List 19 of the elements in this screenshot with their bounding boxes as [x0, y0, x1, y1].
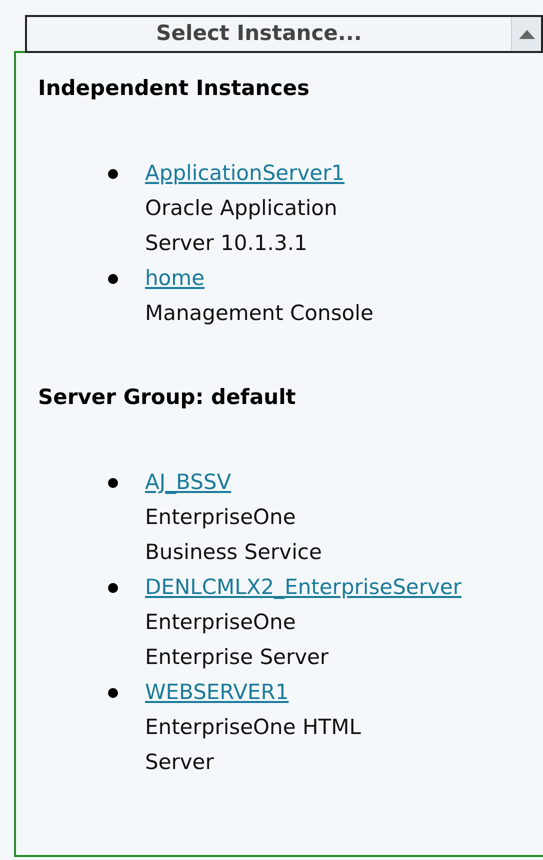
- instance-dropdown[interactable]: Select Instance...: [25, 15, 543, 53]
- group-heading: Server Group: default: [38, 384, 297, 411]
- bullet-icon: [108, 688, 118, 698]
- group-heading: Independent Instances: [38, 75, 310, 102]
- bullet-icon: [108, 169, 118, 179]
- caret-up-icon: [518, 29, 534, 39]
- instance-description: EnterpriseOne Business Service: [145, 504, 323, 566]
- instance-link[interactable]: DENLCMLX2_EnterpriseServer: [145, 570, 462, 605]
- instance-description: Management Console: [145, 300, 374, 327]
- bullet-icon: [108, 478, 118, 488]
- instance-description: EnterpriseOne Enterprise Server: [145, 609, 330, 671]
- instance-link[interactable]: ApplicationServer1: [145, 156, 345, 191]
- bullet-icon: [108, 583, 118, 593]
- instance-link[interactable]: WEBSERVER1: [145, 675, 289, 710]
- bullet-icon: [108, 274, 118, 284]
- instance-link[interactable]: AJ_BSSV: [145, 465, 232, 500]
- instance-description: EnterpriseOne HTML Server: [145, 714, 362, 776]
- instance-link[interactable]: home: [145, 261, 205, 296]
- instance-description: Oracle Application Server 10.1.3.1: [145, 195, 338, 257]
